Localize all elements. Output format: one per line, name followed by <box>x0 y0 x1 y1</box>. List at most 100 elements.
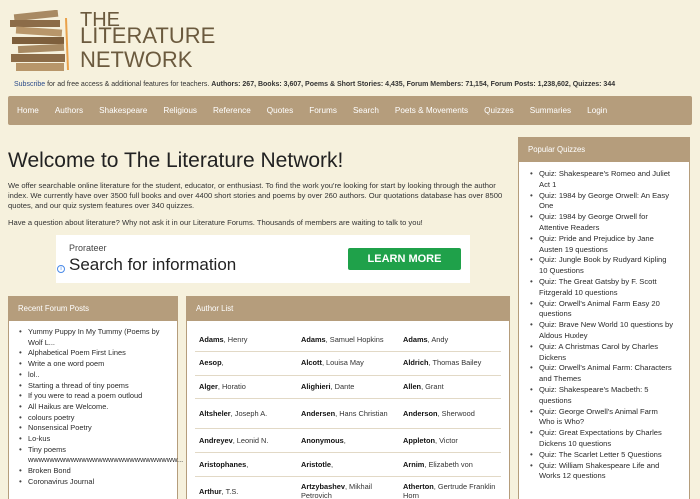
quiz-item[interactable]: Dickens <box>539 353 683 364</box>
forum-post-item[interactable]: lol.. <box>19 370 169 381</box>
author-link[interactable]: Altsheler, Joseph A. <box>195 409 297 419</box>
author-first-name: , Grant <box>421 382 444 392</box>
quiz-item[interactable]: Who is Who? <box>539 417 683 428</box>
nav-authors[interactable]: Authors <box>55 106 83 115</box>
ad-info-icon[interactable]: i <box>57 265 65 273</box>
quiz-list: Quiz: Shakespeare's Romeo and JulietAct … <box>519 162 689 482</box>
author-link[interactable]: Adams, Samuel Hopkins <box>297 335 399 345</box>
page-title: Welcome to The Literature Network! <box>8 149 344 172</box>
forum-post-item[interactable]: Coronavirus Journal <box>19 477 169 488</box>
advertisement[interactable]: i Prorateer Search for information LEARN… <box>56 235 470 283</box>
quiz-item[interactable]: Quiz: Brave New World 10 questions by <box>530 320 683 331</box>
nav-quotes[interactable]: Quotes <box>267 106 293 115</box>
quiz-item[interactable]: Quiz: Shakespeare's Romeo and Juliet <box>530 169 683 180</box>
nav-forums[interactable]: Forums <box>309 106 337 115</box>
site-logo[interactable]: THE LITERATURE NETWORK <box>8 6 215 78</box>
author-first-name: , Hans Christian <box>335 409 388 419</box>
nav-search[interactable]: Search <box>353 106 379 115</box>
quiz-item[interactable]: Fitzgerald 10 questions <box>539 288 683 299</box>
quiz-item[interactable]: Quiz: Jungle Book by Rudyard Kipling <box>530 255 683 266</box>
quiz-item[interactable]: Quiz: William Shakespeare Life and <box>530 461 683 472</box>
popular-quizzes-heading: Popular Quizzes <box>519 138 689 162</box>
author-link[interactable]: Atherton, Gertrude Franklin Horn <box>399 482 501 499</box>
quiz-item[interactable]: Austen 19 questions <box>539 245 683 256</box>
forum-post-item[interactable]: Yummy Puppy In My Tummy (Poems by <box>19 327 169 338</box>
forum-post-item[interactable]: Wolf L... <box>28 338 169 349</box>
author-link[interactable]: Aristotle, <box>297 460 399 470</box>
quiz-item[interactable]: Quiz: Orwell's Animal Farm Easy 20 <box>530 299 683 310</box>
quiz-item[interactable]: Quiz: Orwell's Animal Farm: Characters <box>530 363 683 374</box>
forum-post-item[interactable]: Nonsensical Poetry <box>19 423 169 434</box>
author-link[interactable]: Adams, Henry <box>195 335 297 345</box>
author-link[interactable]: Anderson, Sherwood <box>399 409 501 419</box>
forum-post-item[interactable]: colours poetry <box>19 413 169 424</box>
nav-shakespeare[interactable]: Shakespeare <box>99 106 147 115</box>
nav-reference[interactable]: Reference <box>213 106 251 115</box>
forum-post-item[interactable]: Starting a thread of tiny poems <box>19 381 169 392</box>
author-last-name: Arthur <box>199 486 222 496</box>
author-link[interactable]: Allen, Grant <box>399 382 501 392</box>
quiz-item[interactable]: Quiz: George Orwell's Animal Farm <box>530 407 683 418</box>
forum-post-item[interactable]: Broken Bond <box>19 466 169 477</box>
author-last-name: Atherton <box>403 481 434 491</box>
nav-login[interactable]: Login <box>587 106 607 115</box>
author-first-name: , Sherwood <box>437 409 475 419</box>
recent-forum-posts: Recent Forum Posts Yummy Puppy In My Tum… <box>8 296 183 499</box>
nav-home[interactable]: Home <box>17 106 39 115</box>
quiz-item[interactable]: Quiz: 1984 by George Orwell for <box>530 212 683 223</box>
author-link[interactable]: Artzybashev, Mikhail Petrovich <box>297 482 399 499</box>
author-link[interactable]: Aristophanes, <box>195 460 297 470</box>
author-link[interactable]: Adams, Andy <box>399 335 501 345</box>
quiz-item[interactable]: questions <box>539 396 683 407</box>
author-last-name: Aristophanes <box>199 459 247 469</box>
forum-post-item[interactable]: wwwwwwwwwwwwwwwwwwwwwwwwwwww... <box>28 455 183 466</box>
quiz-item[interactable]: Works 12 questions <box>539 471 683 482</box>
quiz-item[interactable]: questions <box>539 309 683 320</box>
nav-poets-movements[interactable]: Poets & Movements <box>395 106 468 115</box>
author-first-name: , Elizabeth von <box>424 459 473 469</box>
quiz-item[interactable]: Attentive Readers <box>539 223 683 234</box>
author-link[interactable]: Anonymous, <box>297 436 399 446</box>
forum-post-item[interactable]: If you were to read a poem outloud <box>19 391 169 402</box>
quiz-item[interactable]: Aldous Huxley <box>539 331 683 342</box>
author-last-name: Aristotle <box>301 459 331 469</box>
author-link[interactable]: Andreyev, Leonid N. <box>195 436 297 446</box>
quiz-item[interactable]: Quiz: Shakespeare's Macbeth: 5 <box>530 385 683 396</box>
forum-post-item[interactable]: Write a one word poem <box>19 359 169 370</box>
nav-religious[interactable]: Religious <box>163 106 197 115</box>
quiz-item[interactable]: Quiz: The Great Gatsby by F. Scott <box>530 277 683 288</box>
popular-quizzes: Popular Quizzes Quiz: Shakespeare's Rome… <box>518 137 690 499</box>
quiz-item[interactable]: and Themes <box>539 374 683 385</box>
forum-post-item[interactable]: All Haikus are Welcome. <box>19 402 169 413</box>
author-link[interactable]: Aesop, <box>195 358 297 368</box>
ad-learn-more-button[interactable]: LEARN MORE <box>348 248 461 270</box>
author-link[interactable]: Alcott, Louisa May <box>297 358 399 368</box>
quiz-item[interactable]: Dickens 10 questions <box>539 439 683 450</box>
author-link[interactable]: Appleton, Victor <box>399 436 501 446</box>
forum-post-item[interactable]: Alphabetical Poem First Lines <box>19 348 169 359</box>
forum-post-item[interactable]: Lo-kus <box>19 434 169 445</box>
nav-summaries[interactable]: Summaries <box>530 106 571 115</box>
author-link[interactable]: Arnim, Elizabeth von <box>399 460 501 470</box>
quiz-item[interactable]: Quiz: The Scarlet Letter 5 Questions <box>530 450 683 461</box>
quiz-item[interactable]: Quiz: Great Expectations by Charles <box>530 428 683 439</box>
quiz-item[interactable]: Act 1 <box>539 180 683 191</box>
author-link[interactable]: Alger, Horatio <box>195 382 297 392</box>
author-last-name: Andersen <box>301 409 336 419</box>
nav-quizzes[interactable]: Quizzes <box>484 106 514 115</box>
author-link[interactable]: Alighieri, Dante <box>297 382 399 392</box>
author-first-name: , Thomas Bailey <box>428 358 482 368</box>
forum-post-item[interactable]: Tiny poems <box>19 445 169 456</box>
quiz-item[interactable]: Quiz: 1984 by George Orwell: An Easy <box>530 191 683 202</box>
quiz-item[interactable]: 10 Questions <box>539 266 683 277</box>
author-list-heading: Author List <box>187 297 509 321</box>
ad-title[interactable]: Search for information <box>69 255 236 275</box>
subscribe-link[interactable]: Subscribe <box>14 81 45 88</box>
author-link[interactable]: Andersen, Hans Christian <box>297 409 399 419</box>
author-link[interactable]: Arthur, T.S. <box>195 487 297 497</box>
quiz-item[interactable]: Quiz: Pride and Prejudice by Jane <box>530 234 683 245</box>
quiz-item[interactable]: One <box>539 201 683 212</box>
quiz-item[interactable]: Quiz: A Christmas Carol by Charles <box>530 342 683 353</box>
author-link[interactable]: Aldrich, Thomas Bailey <box>399 358 501 368</box>
logo-network: NETWORK <box>80 47 193 72</box>
